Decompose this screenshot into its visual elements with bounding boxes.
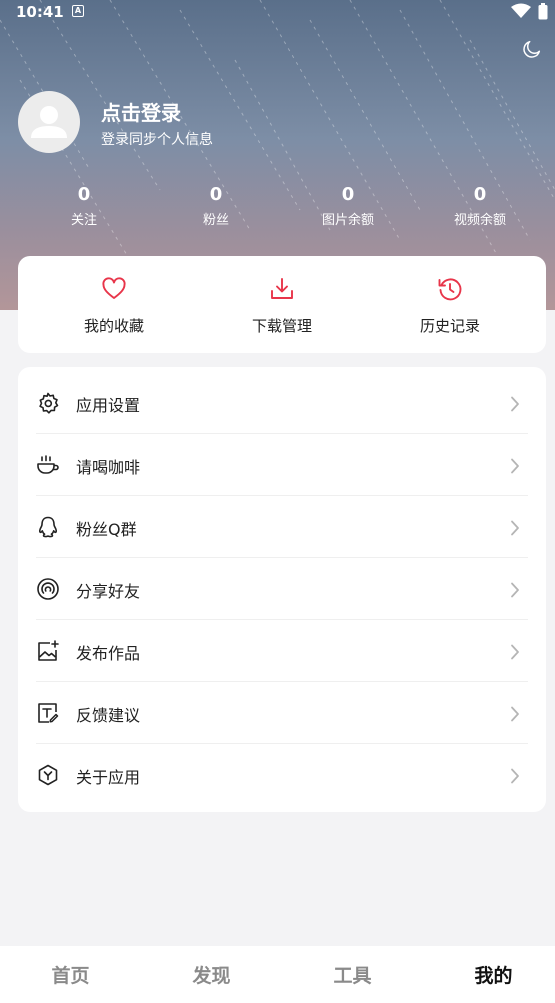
stat-label: 图片余额 <box>321 213 374 228</box>
battery-icon <box>538 3 548 20</box>
stat-value: 0 <box>77 184 91 205</box>
bottom-tab-bar: 首页 发现 工具 我的 <box>0 946 555 1003</box>
quick-action-history[interactable]: 历史记录 <box>362 256 538 353</box>
menu-item-label: 发布作品 <box>76 644 141 663</box>
dark-mode-moon-icon[interactable] <box>521 38 543 60</box>
menu-item-label: 请喝咖啡 <box>76 458 141 477</box>
hexagon-icon <box>38 764 58 786</box>
stat-video-balance[interactable]: 0 视频余额 <box>425 184 535 228</box>
quick-action-downloads[interactable]: 下载管理 <box>194 256 370 353</box>
menu-item-about-app[interactable]: 关于应用 <box>18 744 546 806</box>
download-icon <box>271 278 293 299</box>
stat-value: 0 <box>209 184 223 205</box>
tab-tools[interactable]: 工具 <box>283 961 422 988</box>
chevron-right-icon <box>511 644 519 660</box>
stat-image-balance[interactable]: 0 图片余额 <box>293 184 403 228</box>
tab-mine[interactable]: 我的 <box>424 961 555 988</box>
tab-home[interactable]: 首页 <box>1 961 140 988</box>
stat-label: 视频余额 <box>453 213 506 228</box>
gear-icon <box>39 392 59 414</box>
menu-item-app-settings[interactable]: 应用设置 <box>18 372 546 434</box>
quick-action-label: 我的收藏 <box>83 317 144 335</box>
share-signal-icon <box>37 578 59 600</box>
history-icon <box>438 278 462 301</box>
stat-fans[interactable]: 0 粉丝 <box>161 184 271 228</box>
menu-item-label: 分享好友 <box>76 582 141 601</box>
quick-action-label: 历史记录 <box>419 317 480 335</box>
menu-item-publish-work[interactable]: 发布作品 <box>18 620 546 682</box>
chevron-right-icon <box>511 396 519 412</box>
stat-following[interactable]: 0 关注 <box>29 184 139 228</box>
chevron-right-icon <box>511 520 519 536</box>
avatar[interactable] <box>18 91 80 153</box>
menu-item-feedback[interactable]: 反馈建议 <box>18 682 546 744</box>
menu-item-label: 关于应用 <box>76 768 141 787</box>
tab-discover[interactable]: 发现 <box>142 961 281 988</box>
menu-item-fan-qq-group[interactable]: 粉丝Q群 <box>18 496 546 558</box>
stat-value: 0 <box>341 184 355 205</box>
feedback-edit-icon <box>38 703 59 723</box>
stat-label: 粉丝 <box>202 213 229 228</box>
settings-menu-card: 应用设置 请喝咖啡 粉丝Q群 分享好友 发布作品 反馈建议 关于应用 <box>18 367 546 812</box>
stat-value: 0 <box>473 184 487 205</box>
menu-item-buy-coffee[interactable]: 请喝咖啡 <box>18 434 546 496</box>
chevron-right-icon <box>511 768 519 784</box>
default-avatar-icon <box>31 106 67 138</box>
menu-item-share-friends[interactable]: 分享好友 <box>18 558 546 620</box>
coffee-icon <box>37 455 59 474</box>
quick-action-label: 下载管理 <box>251 317 312 335</box>
menu-item-label: 反馈建议 <box>76 706 141 725</box>
chevron-right-icon <box>511 458 519 474</box>
stat-label: 关注 <box>70 213 97 228</box>
wifi-icon <box>511 3 531 18</box>
chevron-right-icon <box>511 582 519 598</box>
quick-action-favorites[interactable]: 我的收藏 <box>26 256 202 353</box>
image-add-icon <box>38 640 59 661</box>
menu-item-label: 应用设置 <box>76 396 141 415</box>
heart-icon <box>102 277 126 299</box>
status-bar: 10:41 A <box>0 0 555 26</box>
menu-item-label: 粉丝Q群 <box>76 520 137 539</box>
qq-icon <box>38 516 58 538</box>
notification-badge: A <box>72 5 84 17</box>
status-time: 10:41 <box>16 3 64 21</box>
login-title[interactable]: 点击登录 <box>101 97 181 126</box>
chevron-right-icon <box>511 706 519 722</box>
quick-actions-card: 我的收藏 下载管理 历史记录 <box>18 256 546 353</box>
login-subtitle: 登录同步个人信息 <box>101 132 213 148</box>
